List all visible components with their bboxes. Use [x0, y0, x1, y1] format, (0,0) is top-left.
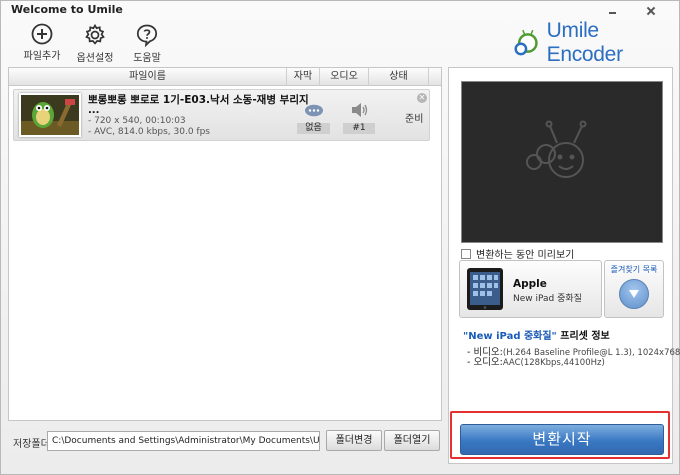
file-list-panel: 파일이름 자막 오디오 상태 뽀롱뽀롱 뽀로로 1기-E03.낙서 소동-재병 …	[8, 67, 442, 421]
preset-info-suffix: 프리셋 정보	[556, 331, 610, 342]
down-arrow-icon[interactable]	[619, 279, 649, 309]
column-header-subtitle[interactable]: 자막	[287, 68, 320, 86]
window-title: Welcome to Umile	[11, 3, 123, 16]
favorites-list-button[interactable]: 즐겨찾기 목록	[604, 260, 664, 318]
brand-name: Umile Encoder	[546, 19, 623, 66]
minimize-icon[interactable]	[605, 5, 619, 16]
subtitle-bubble-icon[interactable]	[304, 104, 324, 118]
file-list-item[interactable]: 뽀롱뽀롱 뽀로로 1기-E03.낙서 소동-재병 부리지 ... - 720 x…	[13, 89, 430, 141]
column-header-filename[interactable]: 파일이름	[9, 68, 287, 86]
app-window: Welcome to Umile 파일추가 옵션설정 도움말 Umile Enc…	[0, 0, 680, 475]
help-label: 도움말	[133, 53, 161, 64]
remove-item-icon[interactable]: ✕	[417, 93, 427, 103]
video-thumbnail	[19, 93, 81, 137]
add-file-label: 파일추가	[23, 51, 61, 62]
file-list-header: 파일이름 자막 오디오 상태	[9, 68, 441, 86]
brand-logo: Umile Encoder	[511, 19, 679, 66]
file-codec-info: - AVC, 814.0 kbps, 30.0 fps	[88, 127, 210, 137]
preview-while-converting-checkbox[interactable]: 변환하는 동안 미리보기	[461, 246, 574, 261]
plus-circle-icon	[31, 23, 53, 45]
preview-mascot-icon	[526, 120, 587, 178]
checkbox-box[interactable]	[461, 248, 471, 259]
video-preview	[461, 81, 663, 243]
output-settings-panel: 변환하는 동안 미리보기 Apple New iPad 중화질 즐겨찾기 목록	[448, 67, 680, 464]
preset-info-name: "New iPad 중화질"	[463, 331, 557, 342]
umile-logo-icon	[514, 29, 538, 56]
file-resolution-duration: - 720 x 540, 00:10:03	[88, 116, 186, 126]
gear-icon	[85, 23, 105, 45]
device-preset-name: New iPad 중화질	[513, 294, 582, 304]
preset-info-title: "New iPad 중화질" 프리셋 정보	[463, 327, 610, 342]
device-preset-selector[interactable]: Apple New iPad 중화질	[459, 260, 602, 318]
help-bubble-icon	[136, 24, 158, 47]
options-button[interactable]: 옵션설정	[71, 23, 119, 65]
close-icon[interactable]	[644, 5, 658, 16]
open-folder-button[interactable]: 폴더열기	[384, 430, 440, 451]
ipad-icon	[467, 268, 503, 310]
save-folder-path-field[interactable]: C:\Documents and Settings\Administrator\…	[47, 431, 320, 451]
column-header-status[interactable]: 상태	[369, 68, 429, 86]
device-brand: Apple	[513, 278, 547, 290]
speaker-icon[interactable]	[350, 102, 368, 118]
preset-audio-prefix: - 오디오:	[467, 357, 503, 368]
file-title: 뽀롱뽀롱 뽀로로 1기-E03.낙서 소동-재병 부리지	[88, 94, 309, 106]
preview-checkbox-label: 변환하는 동안 미리보기	[476, 250, 575, 261]
subtitle-value[interactable]: 없음	[297, 123, 330, 134]
audio-track-value[interactable]: #1	[343, 123, 375, 134]
add-file-button[interactable]: 파일추가	[18, 23, 66, 65]
change-folder-button[interactable]: 폴더변경	[326, 430, 382, 451]
favorites-label: 즐겨찾기 목록	[610, 265, 658, 274]
preset-audio-info: - 오디오:AAC(128Kbps,44100Hz)	[467, 354, 605, 368]
save-folder-label: 저장폴더	[13, 439, 50, 450]
file-title-continuation: ...	[88, 105, 100, 116]
options-label: 옵션설정	[76, 53, 114, 64]
item-status: 준비	[405, 114, 424, 125]
start-conversion-button[interactable]: 변환시작	[460, 424, 664, 455]
help-button[interactable]: 도움말	[123, 23, 171, 65]
title-bar: Welcome to Umile	[1, 1, 679, 19]
preset-audio-value: AAC(128Kbps,44100Hz)	[502, 358, 605, 368]
column-header-audio[interactable]: 오디오	[320, 68, 369, 86]
